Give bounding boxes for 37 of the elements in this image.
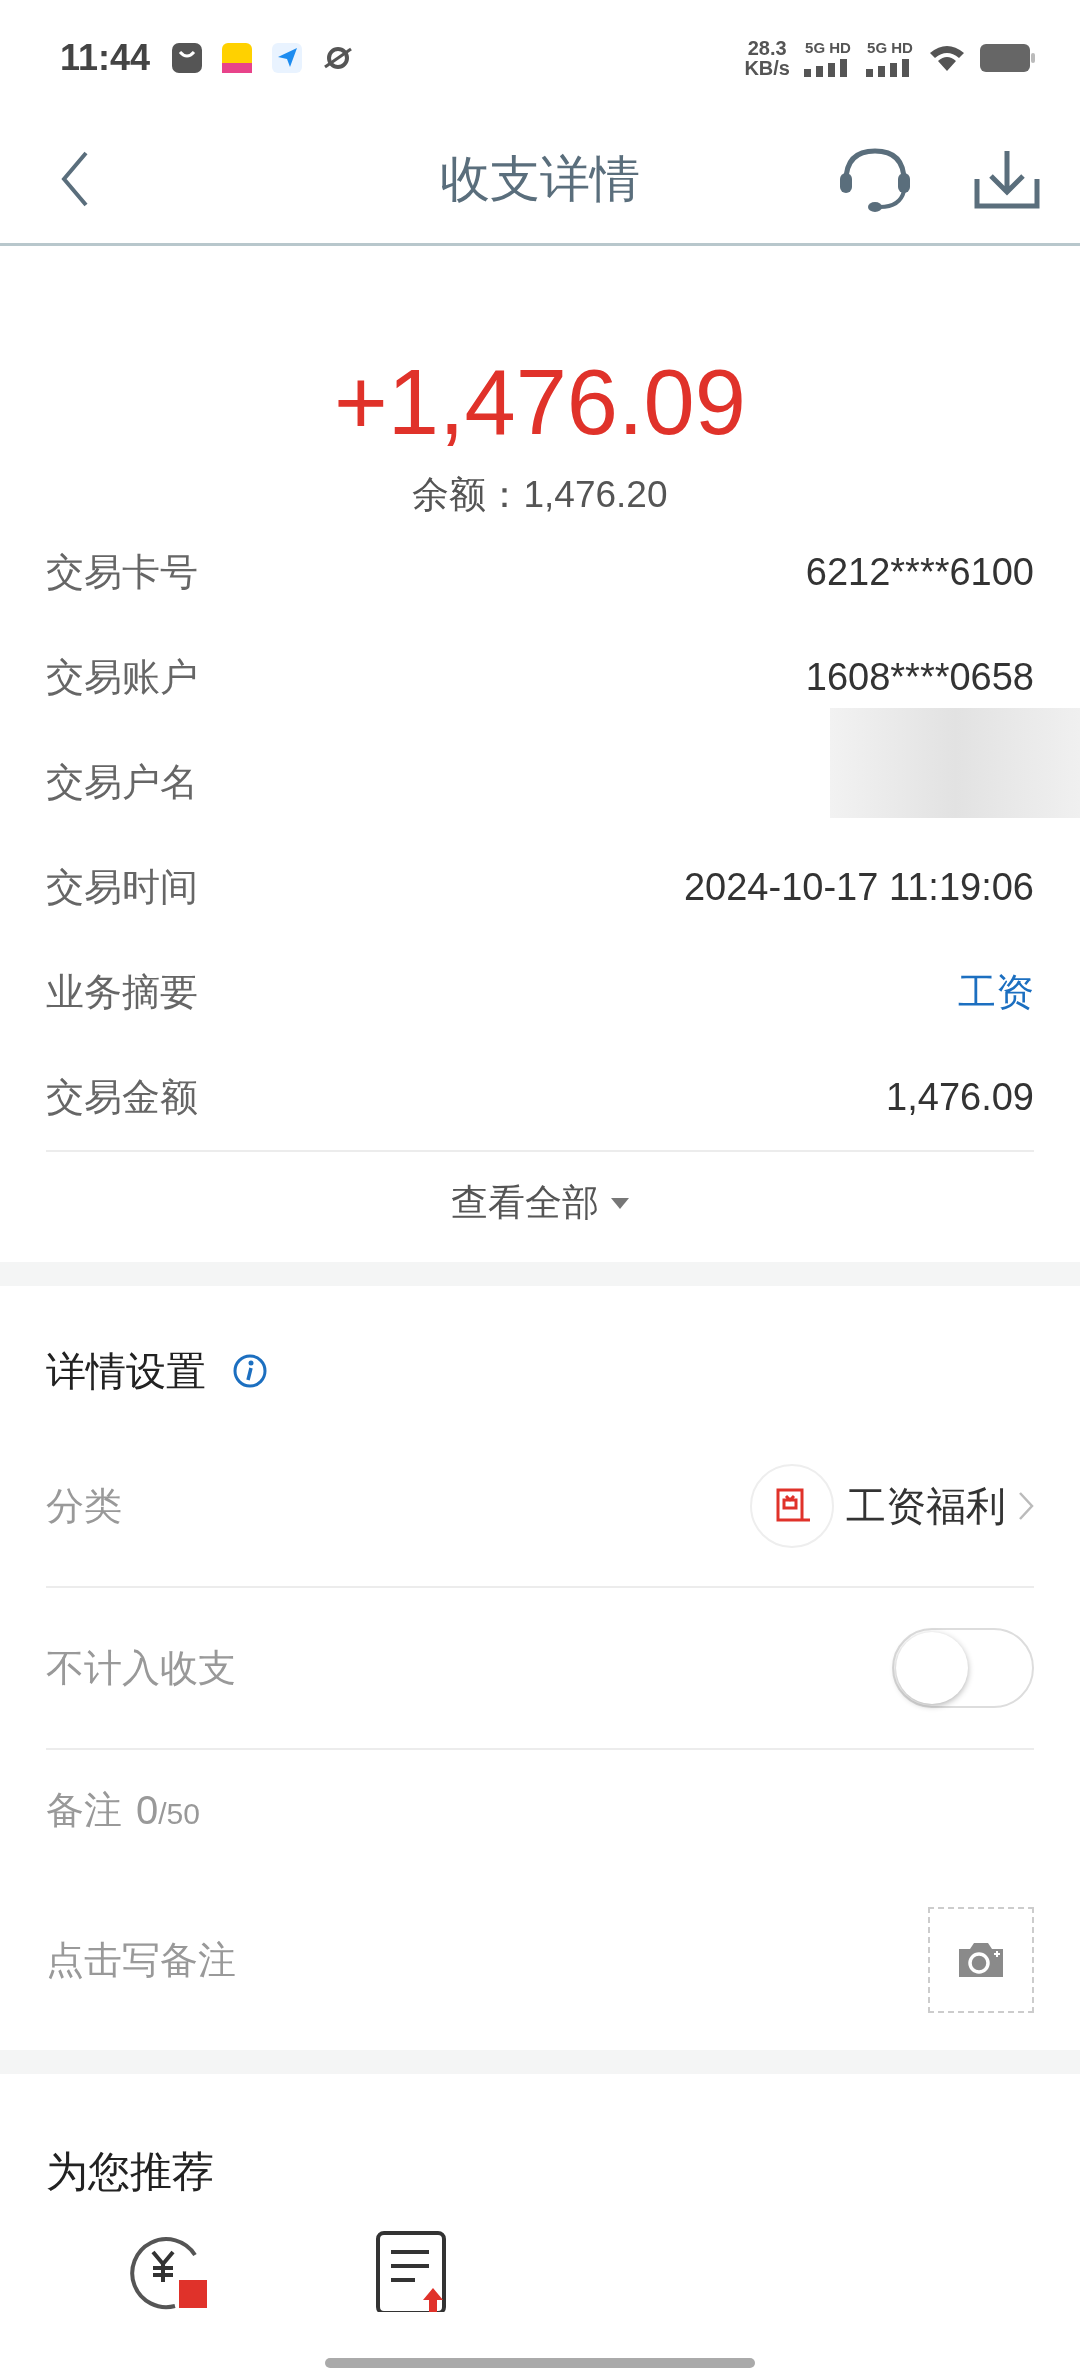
detail-label: 交易金额 <box>46 1075 198 1120</box>
detail-value: 2024-10-17 11:19:06 <box>683 866 1034 909</box>
app-icon <box>172 42 203 73</box>
battery-icon <box>980 43 1036 72</box>
photo-button[interactable] <box>928 1907 1034 2013</box>
detail-label: 交易账户 <box>46 655 198 700</box>
detail-label: 交易时间 <box>46 865 198 910</box>
transaction-amount: +1,476.09 <box>334 356 746 448</box>
page-title: 收支详情 <box>440 149 640 209</box>
detail-link[interactable]: 工资 <box>958 967 1034 1018</box>
section-title: 为您推荐 <box>45 2147 215 2197</box>
salary-icon <box>750 1464 834 1548</box>
network-type: 5G HD <box>805 38 851 56</box>
status-time: 11:44 <box>60 36 151 79</box>
app-icon <box>272 42 303 73</box>
section-title: 详情设置 <box>46 1347 206 1395</box>
network-speed: 28.3 <box>747 37 787 58</box>
network-type: 5G HD <box>867 38 913 56</box>
category-value[interactable]: 工资福利 <box>846 1478 1006 1534</box>
balance-text: 余额：1,476.20 <box>412 473 668 517</box>
download-icon[interactable] <box>974 149 1040 209</box>
view-all-button[interactable]: 查看全部 <box>451 1178 629 1228</box>
detail-value: 1608****0658 <box>805 656 1034 699</box>
detail-label: 交易户名 <box>46 760 198 805</box>
info-icon[interactable] <box>232 1353 268 1389</box>
app-icon <box>222 42 253 73</box>
detail-label: 交易卡号 <box>46 550 198 595</box>
note-label: 备注 <box>46 1787 122 1833</box>
detail-label: 业务摘要 <box>46 970 198 1015</box>
detail-value: 1,476.09 <box>886 1076 1034 1119</box>
exclude-label: 不计入收支 <box>46 1645 236 1691</box>
caret-icon <box>611 1197 629 1209</box>
note-counter: 0/50 <box>136 1787 200 1833</box>
category-label: 分类 <box>46 1483 122 1529</box>
detail-value: 6212****6100 <box>805 551 1034 594</box>
back-icon[interactable] <box>60 151 90 207</box>
network-unit: KB/s <box>744 57 790 78</box>
